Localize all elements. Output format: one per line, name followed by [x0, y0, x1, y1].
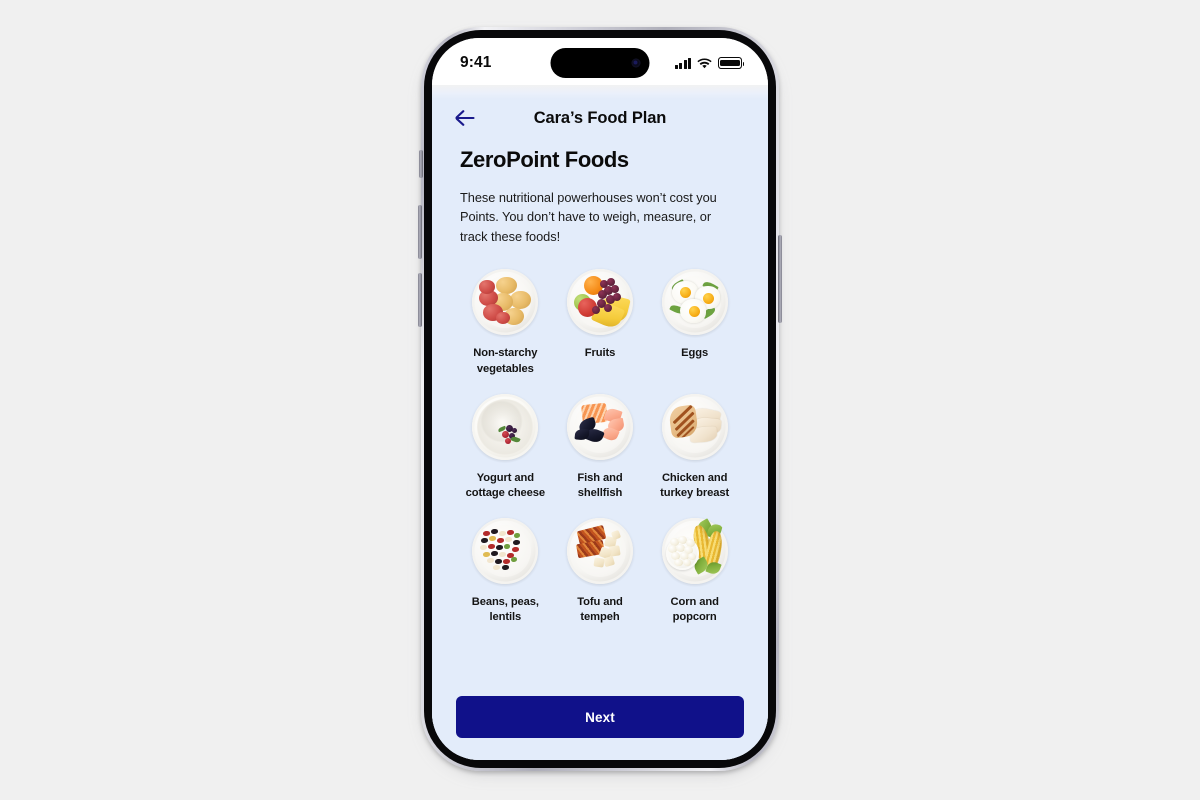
status-bar-time: 9:41 [460, 54, 492, 71]
footer-bar: Next [432, 686, 768, 760]
food-item-label: Tofu and tempeh [577, 596, 623, 624]
food-item-beans-peas-lentils[interactable]: Beans, peas, lentils [460, 515, 551, 625]
chicken-turkey-plate-image [658, 390, 731, 463]
navigation-bar: Cara’s Food Plan [432, 85, 768, 141]
fish-shellfish-plate-image [563, 390, 636, 463]
corn-popcorn-plate-image [658, 515, 731, 588]
silent-switch-button[interactable] [419, 150, 423, 178]
food-item-chicken-turkey-breast[interactable]: Chicken and turkey breast [649, 390, 740, 501]
yogurt-bowl-image [469, 390, 542, 463]
next-button[interactable]: Next [456, 696, 744, 738]
phone-mockup: 9:41 Cara’s Food Plan ZeroPoint Foods Th… [418, 27, 782, 771]
fried-eggs-plate-image [658, 266, 731, 339]
section-description: These nutritional powerhouses won’t cost… [460, 190, 717, 244]
food-item-label: Corn and popcorn [670, 596, 719, 624]
zeropoint-foods-grid: Non-starchy vegetables Fruits Eggs Yogur… [460, 266, 740, 625]
food-item-fish-shellfish[interactable]: Fish and shellfish [555, 390, 646, 501]
food-item-yogurt-cottage-cheese[interactable]: Yogurt and cottage cheese [460, 390, 551, 501]
food-item-tofu-tempeh[interactable]: Tofu and tempeh [555, 515, 646, 625]
phone-screen: 9:41 Cara’s Food Plan ZeroPoint Foods Th… [432, 38, 768, 760]
fruits-plate-image [563, 266, 636, 339]
volume-up-button[interactable] [418, 205, 422, 259]
food-item-label: Fish and shellfish [577, 471, 623, 500]
status-bar: 9:41 [432, 38, 768, 85]
food-item-non-starchy-vegetables[interactable]: Non-starchy vegetables [460, 266, 551, 376]
food-item-label: Eggs [681, 347, 709, 360]
app-container: Cara’s Food Plan ZeroPoint Foods These n… [432, 85, 768, 760]
food-item-label: Yogurt and cottage cheese [465, 471, 546, 500]
food-item-fruits[interactable]: Fruits [555, 266, 646, 376]
food-item-label: Chicken and turkey breast [660, 471, 730, 500]
food-item-label: Non-starchy vegetables [473, 347, 538, 375]
cellular-signal-icon [674, 57, 691, 69]
beans-plate-image [469, 515, 542, 588]
front-camera-icon [631, 58, 641, 68]
battery-icon [718, 57, 745, 69]
back-arrow-icon[interactable] [450, 103, 480, 133]
scroll-content: ZeroPoint Foods These nutritional powerh… [432, 141, 768, 686]
power-button[interactable] [778, 235, 782, 323]
tofu-tempeh-plate-image [563, 515, 636, 588]
status-bar-indicators [674, 54, 745, 69]
potatoes-plate-image [469, 266, 542, 339]
food-item-label: Beans, peas, lentils [471, 596, 539, 624]
section-title: ZeroPoint Foods [460, 147, 629, 172]
food-item-eggs[interactable]: Eggs [649, 266, 740, 376]
food-item-corn-popcorn[interactable]: Corn and popcorn [649, 515, 740, 625]
volume-down-button[interactable] [418, 273, 422, 327]
page-title-header: Cara’s Food Plan [533, 108, 667, 127]
wifi-icon [697, 57, 712, 69]
dynamic-island [550, 48, 650, 78]
food-item-label: Fruits [584, 347, 616, 360]
